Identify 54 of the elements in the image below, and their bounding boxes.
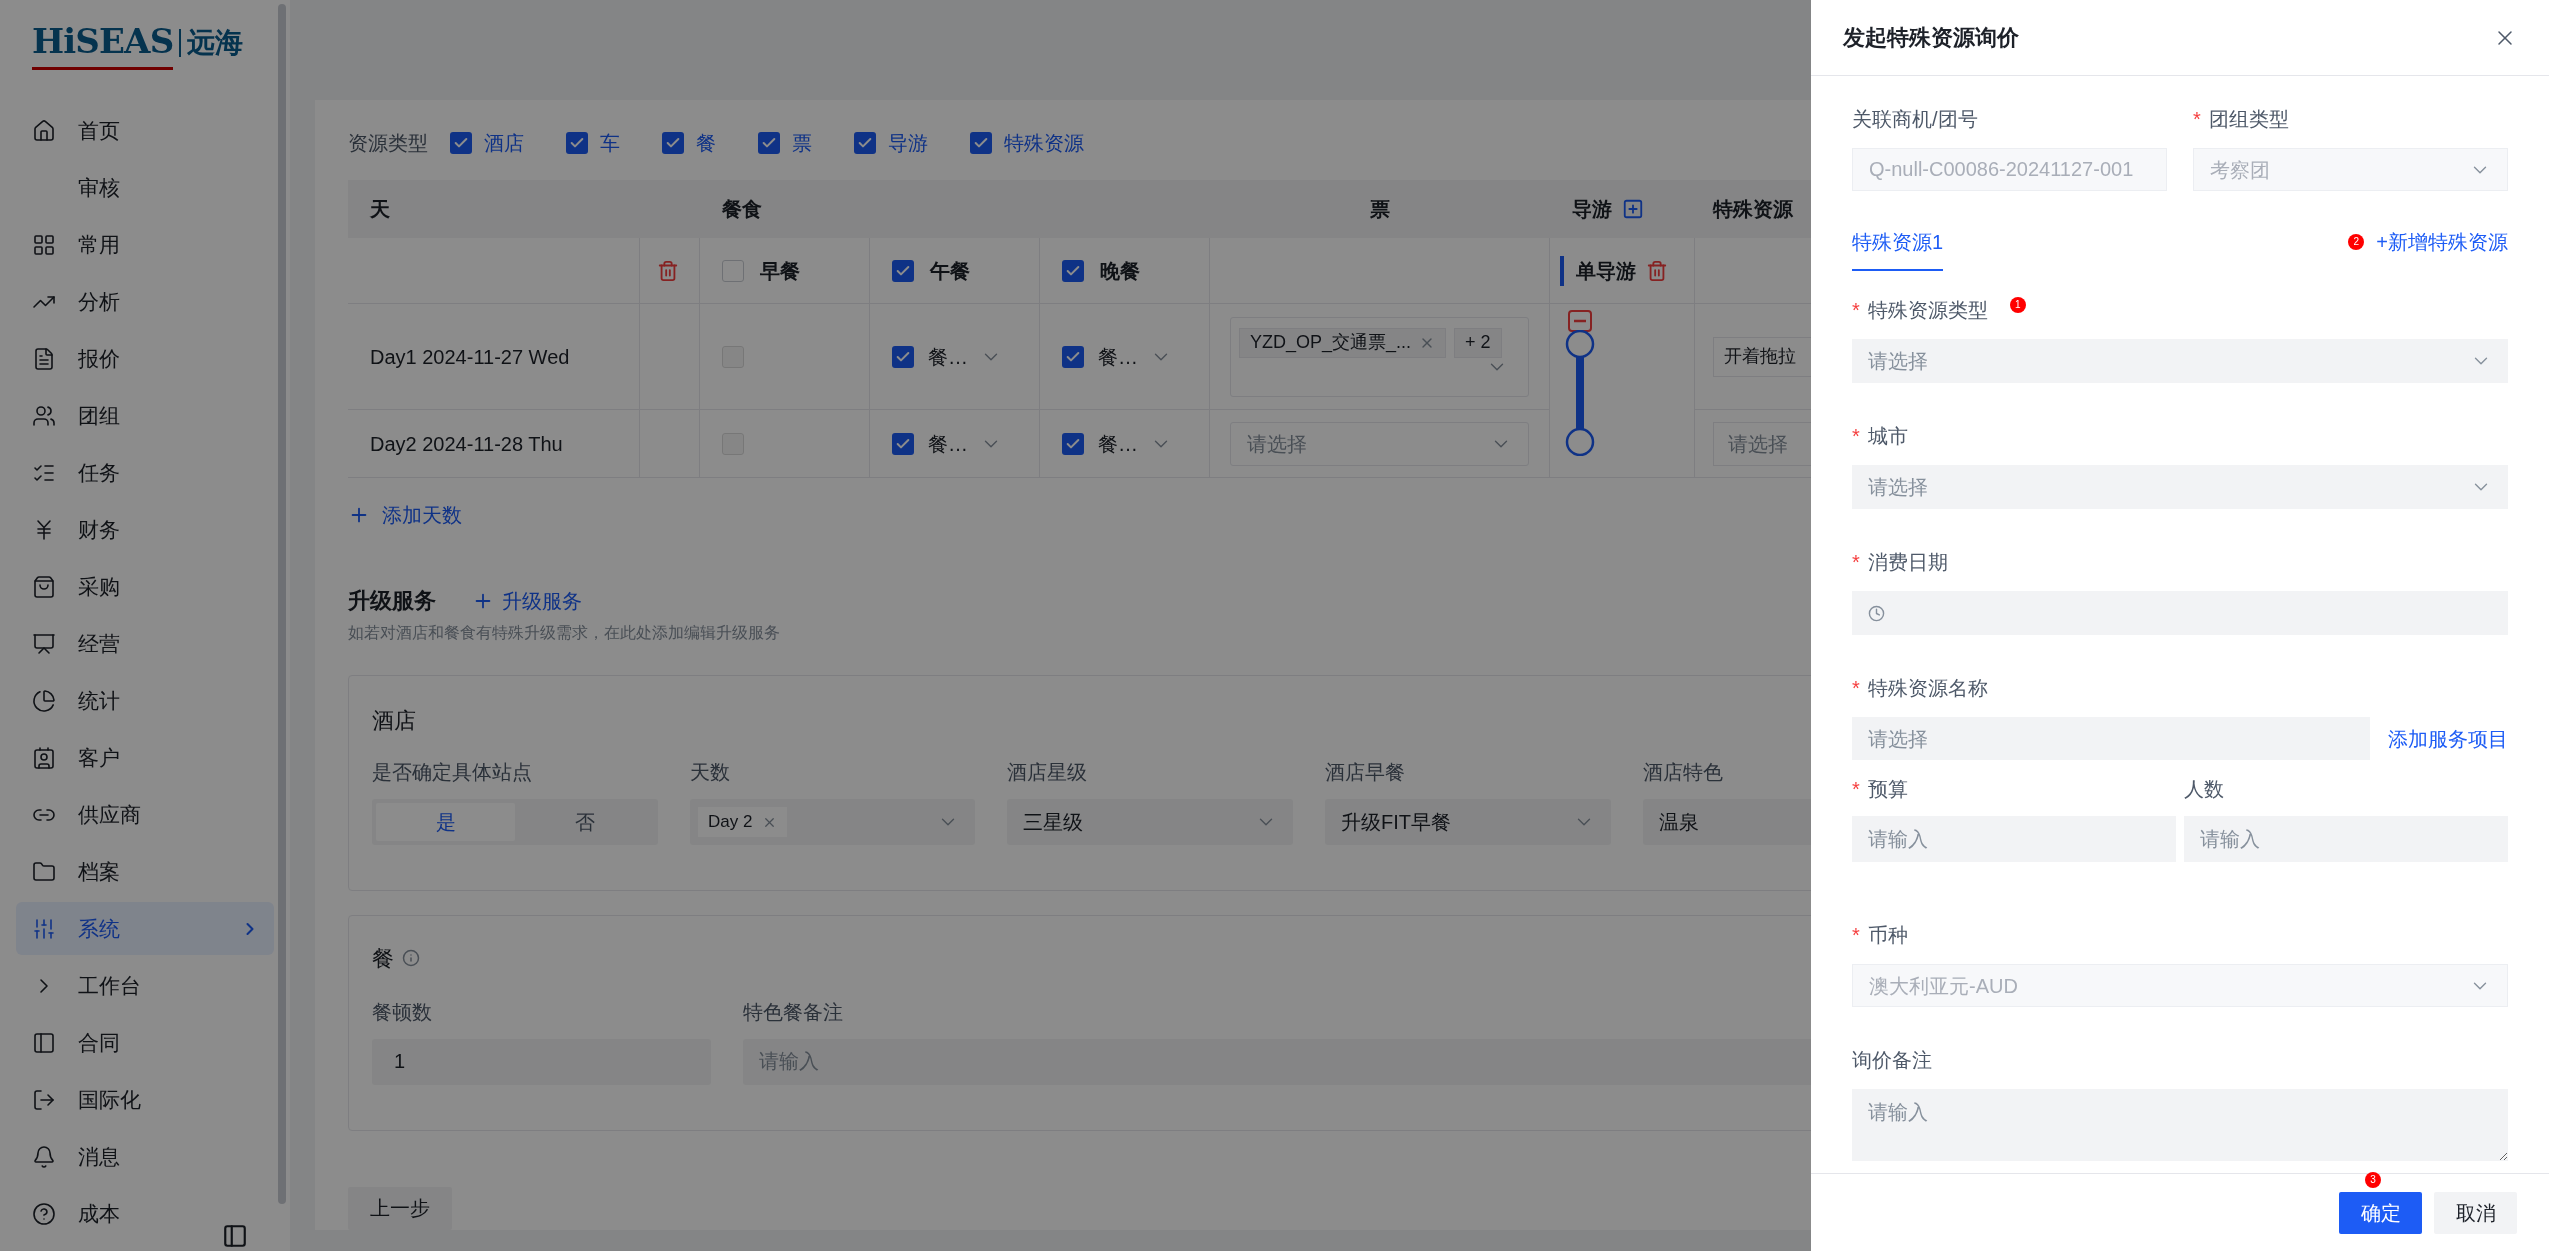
checkbox-label: 车: [600, 131, 620, 156]
field-label: 酒店早餐: [1325, 760, 1405, 785]
field-label: 酒店星级: [1007, 760, 1087, 785]
field-label: 关联商机/团号: [1852, 107, 1978, 132]
checkbox-label: 餐: [696, 131, 716, 156]
field-label: 是否确定具体站点: [372, 760, 532, 785]
required-mark: *: [1852, 424, 1860, 449]
field-label: 人数: [2184, 777, 2224, 802]
required-mark: *: [2193, 107, 2201, 132]
field-label: 特色餐备注: [743, 999, 843, 1025]
column-header: 特殊资源: [1711, 197, 1794, 222]
checkbox-label: 票: [792, 131, 812, 156]
required-mark: *: [1852, 923, 1860, 948]
field-label: 币种: [1867, 923, 1908, 948]
column-header: 票: [1369, 197, 1391, 222]
field-label: 特殊资源类型: [1867, 298, 1988, 323]
field-label: 预算: [1867, 777, 1908, 802]
checkbox-label: 酒店: [484, 131, 524, 156]
logo-brand: HiSEAS: [32, 16, 174, 70]
number-badge: 2: [2348, 234, 2365, 250]
section-hint: 如若对酒店和餐食有特殊升级需求，在此处添加编辑升级服务: [348, 623, 781, 643]
section-title: 升级服务: [348, 587, 436, 615]
table-cell: Day2 2024-11-28 Thu: [348, 410, 640, 478]
required-mark: *: [1852, 777, 1860, 802]
field-label: 询价备注: [1852, 1048, 1932, 1073]
day-tag: Day 2: [698, 807, 788, 837]
checkbox-label: 特殊资源: [1004, 131, 1084, 156]
column-header: 早餐: [760, 258, 800, 284]
field-label: 消费日期: [1867, 550, 1948, 575]
more-tag: + 2: [1454, 327, 1502, 358]
number-badge: 3: [2365, 1171, 2381, 1188]
guide-mode-label: 单导游: [1560, 255, 1636, 286]
resource-type-label: 资源类型: [348, 131, 428, 156]
card-title: 酒店: [372, 708, 416, 733]
field-label: 团组类型: [2208, 107, 2289, 132]
required-mark: *: [1852, 676, 1860, 701]
column-header: 晚餐: [1100, 258, 1140, 284]
required-mark: *: [1852, 298, 1860, 323]
required-mark: *: [1852, 550, 1860, 575]
drawer-title: 发起特殊资源询价: [1843, 24, 2019, 52]
logo-text: 远海: [179, 29, 244, 57]
column-header: 导游: [1572, 197, 1612, 222]
column-header: 餐食: [721, 197, 763, 222]
checkbox-label: 导游: [888, 131, 928, 156]
number-badge: 1: [2009, 297, 2026, 313]
field-label: 特殊资源名称: [1867, 676, 1988, 701]
table-cell: Day1 2024-11-27 Wed: [348, 304, 640, 410]
column-header: 天: [369, 197, 391, 222]
card-title: 餐: [372, 944, 394, 973]
field-label: 天数: [690, 760, 730, 785]
field-label: 餐顿数: [372, 999, 432, 1025]
ticket-tag: YZD_OP_交通票_...: [1239, 327, 1447, 358]
column-header: 午餐: [930, 258, 970, 284]
field-label: 酒店特色: [1643, 760, 1723, 785]
